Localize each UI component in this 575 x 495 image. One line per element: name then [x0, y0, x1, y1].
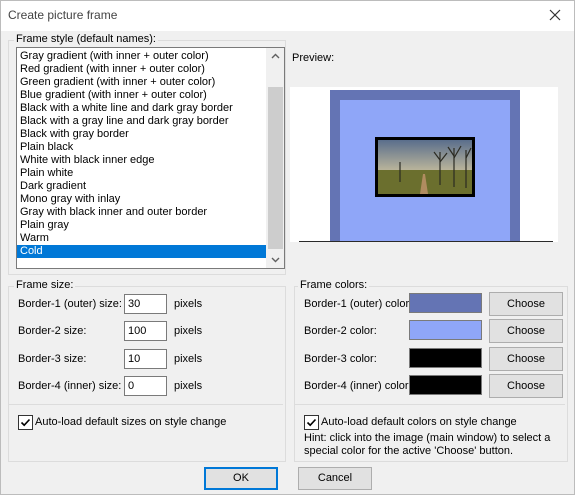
list-item[interactable]: Warm: [17, 232, 267, 245]
pixels-label: pixels: [174, 298, 203, 310]
border3-color-label: Border-3 color:: [304, 353, 377, 365]
scroll-up-button[interactable]: [267, 48, 284, 65]
list-item[interactable]: Black with a white line and dark gray bo…: [17, 102, 267, 115]
frame-style-list[interactable]: Gray gradient (with inner + outer color)…: [16, 47, 285, 269]
preview-area: [290, 87, 558, 242]
size-divider: [9, 404, 283, 405]
border2-color-label: Border-2 color:: [304, 325, 377, 337]
border4-color-label: Border-4 (inner) color:: [304, 380, 412, 392]
border3-choose-button[interactable]: Choose: [489, 347, 563, 371]
list-item[interactable]: Black with a gray line and dark gray bor…: [17, 115, 267, 128]
border3-size-label: Border-3 size:: [18, 353, 87, 365]
list-item[interactable]: Dark gradient: [17, 180, 267, 193]
frame-colors-legend: Frame colors:: [298, 279, 370, 291]
autoload-sizes-label[interactable]: Auto-load default sizes on style change: [35, 416, 226, 428]
list-item[interactable]: Plain black: [17, 141, 267, 154]
border1-choose-button[interactable]: Choose: [489, 292, 563, 316]
window-title: Create picture frame: [8, 8, 118, 22]
frame-style-legend: Frame style (default names):: [14, 33, 158, 45]
chevron-up-icon: [271, 53, 280, 59]
list-item[interactable]: Cold: [17, 245, 267, 258]
autoload-sizes-checkbox[interactable]: [18, 415, 33, 430]
hint-text: Hint: click into the image (main window)…: [304, 432, 551, 457]
ok-button[interactable]: OK: [204, 467, 278, 490]
autoload-colors-checkbox[interactable]: [304, 415, 319, 430]
cancel-button[interactable]: Cancel: [298, 467, 372, 490]
checkmark-icon: [20, 418, 31, 427]
pixels-label: pixels: [174, 380, 203, 392]
title-bar: Create picture frame: [0, 0, 575, 31]
scroll-down-button[interactable]: [267, 251, 284, 268]
preview-label: Preview:: [292, 52, 335, 64]
list-item[interactable]: Blue gradient (with inner + outer color): [17, 89, 267, 102]
list-item[interactable]: Mono gray with inlay: [17, 193, 267, 206]
border4-size-input[interactable]: 0: [124, 376, 167, 396]
border1-size-label: Border-1 (outer) size:: [18, 298, 122, 310]
list-item[interactable]: Plain white: [17, 167, 267, 180]
preview-baseline: [299, 241, 553, 242]
border2-color-swatch: [409, 320, 482, 340]
scroll-thumb[interactable]: [268, 87, 283, 249]
list-item[interactable]: Green gradient (with inner + outer color…: [17, 76, 267, 89]
list-item[interactable]: Gray with black inner and outer border: [17, 206, 267, 219]
list-item[interactable]: Gray gradient (with inner + outer color): [17, 50, 267, 63]
border2-choose-button[interactable]: Choose: [489, 319, 563, 343]
list-item[interactable]: White with black inner edge: [17, 154, 267, 167]
border2-size-input[interactable]: 100: [124, 321, 167, 341]
pixels-label: pixels: [174, 353, 203, 365]
autoload-colors-label[interactable]: Auto-load default colors on style change: [321, 416, 517, 428]
border1-color-label: Border-1 (outer) color:: [304, 298, 413, 310]
list-scrollbar[interactable]: [266, 48, 284, 268]
border2-size-label: Border-2 size:: [18, 325, 87, 337]
border4-choose-button[interactable]: Choose: [489, 374, 563, 398]
pixels-label: pixels: [174, 325, 203, 337]
frame-preview-image: [330, 90, 520, 242]
chevron-down-icon: [271, 257, 280, 263]
border3-size-input[interactable]: 10: [124, 349, 167, 369]
border1-size-input[interactable]: 30: [124, 294, 167, 314]
list-item[interactable]: Plain gray: [17, 219, 267, 232]
checkmark-icon: [306, 418, 317, 427]
colors-divider: [295, 404, 565, 405]
list-item[interactable]: Red gradient (with inner + outer color): [17, 63, 267, 76]
border3-color-swatch: [409, 348, 482, 368]
border4-color-swatch: [409, 375, 482, 395]
close-icon[interactable]: [545, 5, 565, 25]
frame-size-legend: Frame size:: [14, 279, 76, 291]
list-item[interactable]: Black with gray border: [17, 128, 267, 141]
border4-size-label: Border-4 (inner) size:: [18, 380, 122, 392]
border1-color-swatch: [409, 293, 482, 313]
